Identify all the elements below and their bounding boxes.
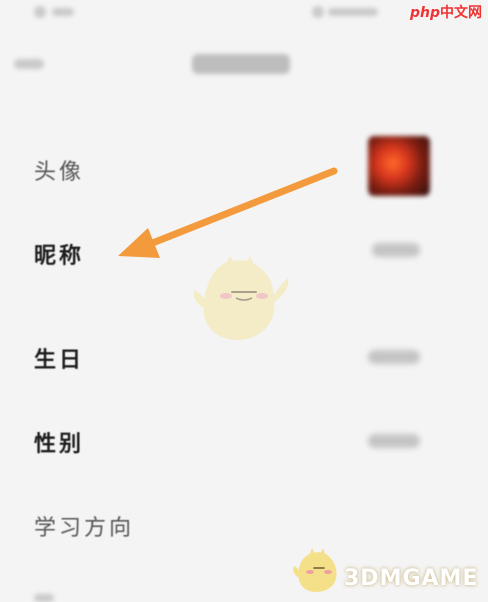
birthday-label: 生日 — [34, 348, 85, 373]
mascot-watermark-icon — [193, 256, 289, 340]
nickname-label: 昵称 — [34, 244, 85, 269]
back-button[interactable] — [14, 59, 44, 69]
avatar[interactable] — [368, 136, 430, 196]
gender-value — [368, 434, 420, 448]
chick-logo-icon — [293, 548, 337, 592]
avatar-label: 头像 — [34, 160, 85, 185]
page-title — [192, 54, 290, 74]
study-direction-label: 学习方向 — [34, 516, 135, 541]
settings-row-gender[interactable]: 性别 — [0, 414, 488, 474]
nickname-value — [372, 243, 420, 257]
php-watermark-suffix: 中文网 — [440, 5, 483, 21]
3dmgame-watermark: 3DMGAME — [344, 566, 479, 591]
status-signal-icon — [312, 6, 324, 18]
birthday-value — [368, 350, 420, 364]
status-icon — [34, 6, 46, 18]
status-info — [328, 8, 378, 16]
status-time — [52, 8, 74, 16]
settings-row-study-direction[interactable]: 学习方向 — [0, 498, 488, 558]
php-watermark: php中文网 — [410, 2, 482, 22]
nav-bar — [0, 26, 488, 106]
php-watermark-prefix: php — [410, 5, 441, 21]
gender-label: 性别 — [34, 432, 85, 457]
